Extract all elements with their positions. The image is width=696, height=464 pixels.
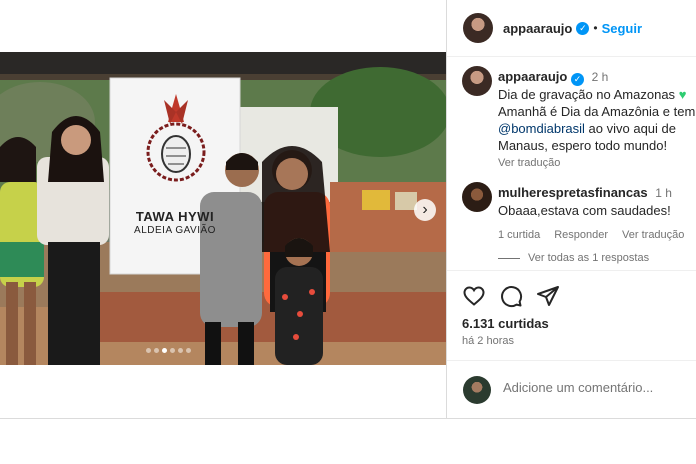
- header-username[interactable]: appaaraujo: [503, 21, 572, 36]
- see-translation-link[interactable]: Ver tradução: [498, 157, 696, 169]
- follow-button[interactable]: Seguir: [602, 21, 642, 36]
- post-time: há 2 horas: [462, 335, 514, 347]
- mention-link[interactable]: @bomdiabrasil: [498, 121, 585, 136]
- green-heart-icon: ♥: [678, 87, 687, 102]
- carousel-dot: [186, 348, 191, 353]
- comment-icon[interactable]: [499, 284, 523, 308]
- next-arrow-icon[interactable]: ›: [414, 199, 436, 221]
- replies-line: [498, 257, 520, 259]
- post-media[interactable]: TAWA HYWI ALDEIA GAVIÃO ›: [0, 52, 446, 365]
- verified-icon: ✓: [570, 73, 584, 86]
- separator-dot: •: [593, 21, 598, 35]
- banner-subtitle: ALDEIA GAVIÃO: [134, 225, 216, 236]
- likes-count[interactable]: 6.131 curtidas: [462, 316, 549, 331]
- actions-divider: [447, 270, 696, 271]
- share-icon[interactable]: [536, 284, 560, 308]
- carousel-indicator: [146, 348, 191, 353]
- carousel-dot: [154, 348, 159, 353]
- caption-line-4: Manaus, espero todo mundo!: [498, 138, 668, 153]
- comment-input[interactable]: [501, 379, 685, 396]
- carousel-dot-active: [162, 348, 167, 353]
- current-user-avatar: [463, 376, 491, 404]
- comment-username[interactable]: mulherespretasfinancas: [498, 185, 648, 200]
- heart-icon[interactable]: [462, 284, 486, 308]
- caption-line-3: @bomdiabrasil ao vivo aqui de: [498, 121, 676, 136]
- add-comment-bar: [447, 360, 696, 419]
- carousel-dot: [178, 348, 183, 353]
- view-replies-link[interactable]: Ver todas as 1 respostas: [498, 252, 696, 264]
- carousel-dot: [170, 348, 175, 353]
- carousel-dot: [146, 348, 151, 353]
- comment-text: Obaaa,estava com saudades!: [498, 203, 671, 218]
- translate-button[interactable]: Ver tradução: [622, 229, 684, 241]
- verified-icon: ✓: [576, 21, 590, 35]
- comment-time: 1 h: [655, 186, 672, 200]
- comment-avatar[interactable]: [462, 182, 492, 212]
- caption-line-2: Amanhã é Dia da Amazônia e tem: [498, 104, 696, 119]
- comment-likes[interactable]: 1 curtida: [498, 229, 540, 241]
- banner-title: TAWA HYWI: [135, 209, 215, 224]
- reply-button[interactable]: Responder: [554, 229, 608, 241]
- caption-avatar[interactable]: [462, 66, 492, 96]
- avatar[interactable]: [463, 13, 493, 43]
- caption-line-1: Dia de gravação no Amazonas ♥: [498, 87, 687, 102]
- caption-username[interactable]: appaaraujo: [498, 69, 567, 84]
- post-header: appaaraujo ✓ • Seguir: [447, 0, 696, 57]
- caption-time: 2 h: [591, 70, 609, 84]
- panel-divider: [446, 0, 447, 418]
